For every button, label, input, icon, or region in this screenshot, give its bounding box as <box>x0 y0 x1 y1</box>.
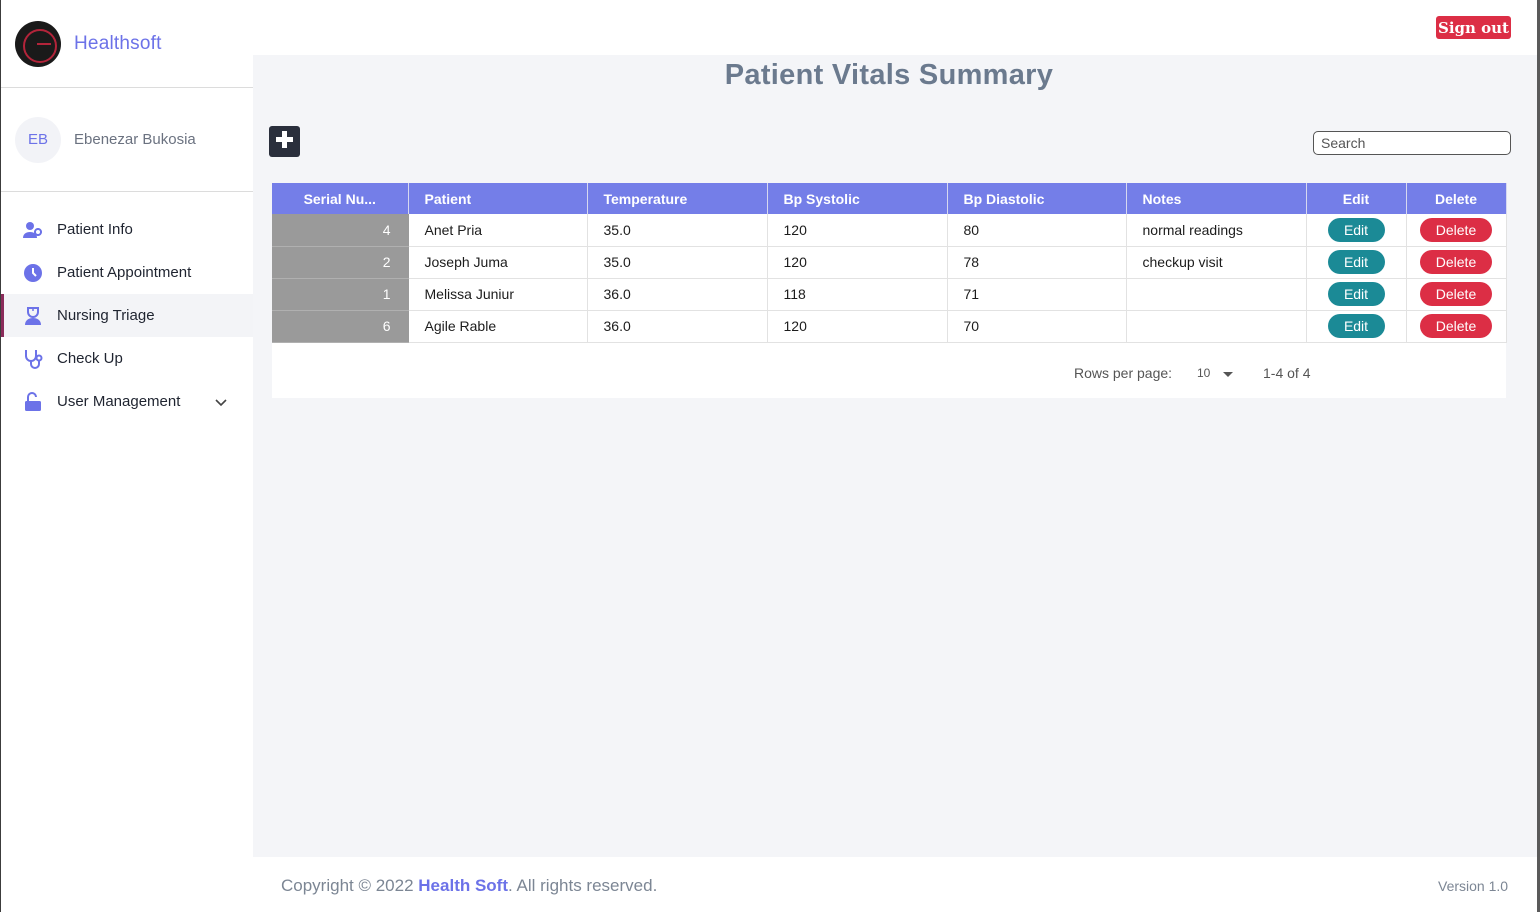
cell-notes <box>1126 310 1307 343</box>
cell-serial: 6 <box>272 310 409 343</box>
pagination: Rows per page: 10 1-4 of 4 <box>272 363 1506 387</box>
copyright-prefix: Copyright © 2022 <box>281 876 419 895</box>
footer-copyright: Copyright © 2022 Health Soft. All rights… <box>281 876 657 896</box>
cell-serial: 2 <box>272 246 409 279</box>
cell-delete: Delete <box>1406 246 1507 279</box>
sidebar-nav: Patient Info Patient Appointment Nursing… <box>1 192 253 423</box>
rows-per-page-label: Rows per page: <box>1074 365 1173 381</box>
sidebar-item-user-management[interactable]: User Management <box>1 380 253 423</box>
user-name: Ebenezar Bukosia <box>74 131 196 148</box>
sidebar-item-patient-appointment[interactable]: Patient Appointment <box>1 251 253 294</box>
cell-bp-systolic: 120 <box>767 246 948 279</box>
cell-bp-diastolic: 80 <box>947 214 1127 247</box>
pagination-range: 1-4 of 4 <box>1263 365 1311 381</box>
main-content: Patient Vitals Summary Serial Nu... Pati… <box>253 55 1537 857</box>
column-header-edit: Edit <box>1306 183 1407 214</box>
add-record-button[interactable] <box>269 126 300 157</box>
cell-temperature: 36.0 <box>587 278 768 311</box>
sidebar-item-label: Patient Info <box>57 221 133 238</box>
healthsoft-logo-icon[interactable] <box>15 20 61 67</box>
column-header-bp-systolic[interactable]: Bp Systolic <box>767 183 948 214</box>
cell-edit: Edit <box>1306 278 1407 311</box>
avatar[interactable]: EB <box>15 116 61 163</box>
sidebar-item-label: Patient Appointment <box>57 264 192 281</box>
cell-bp-systolic: 120 <box>767 310 948 343</box>
cell-delete: Delete <box>1406 278 1507 311</box>
sidebar-item-check-up[interactable]: Check Up <box>1 337 253 380</box>
search-input[interactable] <box>1313 131 1511 155</box>
column-header-delete: Delete <box>1406 183 1507 214</box>
brand-header: Healthsoft <box>1 0 253 88</box>
caret-down-icon[interactable] <box>1223 372 1233 377</box>
cell-delete: Delete <box>1406 214 1507 247</box>
footer-brand-link[interactable]: Health Soft <box>418 876 508 895</box>
page-title: Patient Vitals Summary <box>724 59 1054 91</box>
nurse-icon <box>23 306 43 326</box>
cell-temperature: 35.0 <box>587 246 768 279</box>
cell-edit: Edit <box>1306 246 1407 279</box>
version-label: Version 1.0 <box>1438 878 1509 894</box>
sidebar-item-nursing-triage[interactable]: Nursing Triage <box>1 294 253 337</box>
rows-per-page-select[interactable]: 10 <box>1197 366 1210 380</box>
cell-bp-diastolic: 70 <box>947 310 1127 343</box>
sidebar: Healthsoft EB Ebenezar Bukosia Patient I… <box>1 0 253 912</box>
delete-button[interactable]: Delete <box>1420 282 1492 306</box>
cell-patient: Agile Rable <box>408 310 588 343</box>
table-row: 4 Anet Pria 35.0 120 80 normal readings … <box>272 214 1507 247</box>
column-header-notes[interactable]: Notes <box>1126 183 1307 214</box>
sign-out-button[interactable]: Sign out <box>1436 16 1511 39</box>
cell-temperature: 35.0 <box>587 214 768 247</box>
table-header-row: Serial Nu... Patient Temperature Bp Syst… <box>272 183 1507 214</box>
user-profile: EB Ebenezar Bukosia <box>1 88 253 192</box>
edit-button[interactable]: Edit <box>1327 217 1385 242</box>
edit-button[interactable]: Edit <box>1327 250 1385 274</box>
cell-patient: Anet Pria <box>408 214 588 247</box>
cell-bp-systolic: 118 <box>767 278 948 311</box>
vitals-table: Serial Nu... Patient Temperature Bp Syst… <box>272 183 1507 343</box>
stethoscope-icon <box>23 349 43 369</box>
delete-button[interactable]: Delete <box>1420 250 1492 274</box>
sidebar-item-patient-info[interactable]: Patient Info <box>1 208 253 251</box>
table-row: 6 Agile Rable 36.0 120 70 Edit Delete <box>272 310 1507 343</box>
cell-notes: normal readings <box>1126 214 1307 247</box>
cell-notes: checkup visit <box>1126 246 1307 279</box>
edit-button[interactable]: Edit <box>1327 282 1385 306</box>
cell-temperature: 36.0 <box>587 310 768 343</box>
cell-bp-systolic: 120 <box>767 214 948 247</box>
column-header-temperature[interactable]: Temperature <box>587 183 768 214</box>
column-header-serial[interactable]: Serial Nu... <box>272 183 409 214</box>
cell-serial: 4 <box>272 214 409 247</box>
cell-delete: Delete <box>1406 310 1507 343</box>
vitals-table-card: Serial Nu... Patient Temperature Bp Syst… <box>272 183 1507 398</box>
brand-name[interactable]: Healthsoft <box>74 33 162 55</box>
chevron-down-icon[interactable] <box>215 394 227 412</box>
column-header-bp-diastolic[interactable]: Bp Diastolic <box>947 183 1127 214</box>
copyright-suffix: . All rights reserved. <box>508 876 658 895</box>
delete-button[interactable]: Delete <box>1420 314 1492 338</box>
table-row: 2 Joseph Juma 35.0 120 78 checkup visit … <box>272 246 1507 279</box>
cell-patient: Joseph Juma <box>408 246 588 279</box>
cell-notes <box>1126 278 1307 311</box>
edit-button[interactable]: Edit <box>1327 314 1385 338</box>
cell-bp-diastolic: 71 <box>947 278 1127 311</box>
delete-button[interactable]: Delete <box>1420 217 1492 242</box>
cell-patient: Melissa Juniur <box>408 278 588 311</box>
cell-edit: Edit <box>1306 310 1407 343</box>
cell-serial: 1 <box>272 278 409 311</box>
sidebar-item-label: Nursing Triage <box>57 307 155 324</box>
clock-icon <box>23 263 43 283</box>
cell-bp-diastolic: 78 <box>947 246 1127 279</box>
user-group-icon <box>23 220 43 240</box>
unlock-icon <box>23 391 43 412</box>
sidebar-item-label: Check Up <box>57 350 123 367</box>
plus-icon <box>275 130 294 154</box>
table-row: 1 Melissa Juniur 36.0 118 71 Edit Delete <box>272 278 1507 311</box>
column-header-patient[interactable]: Patient <box>408 183 588 214</box>
cell-edit: Edit <box>1306 214 1407 247</box>
sidebar-item-label: User Management <box>57 393 181 410</box>
